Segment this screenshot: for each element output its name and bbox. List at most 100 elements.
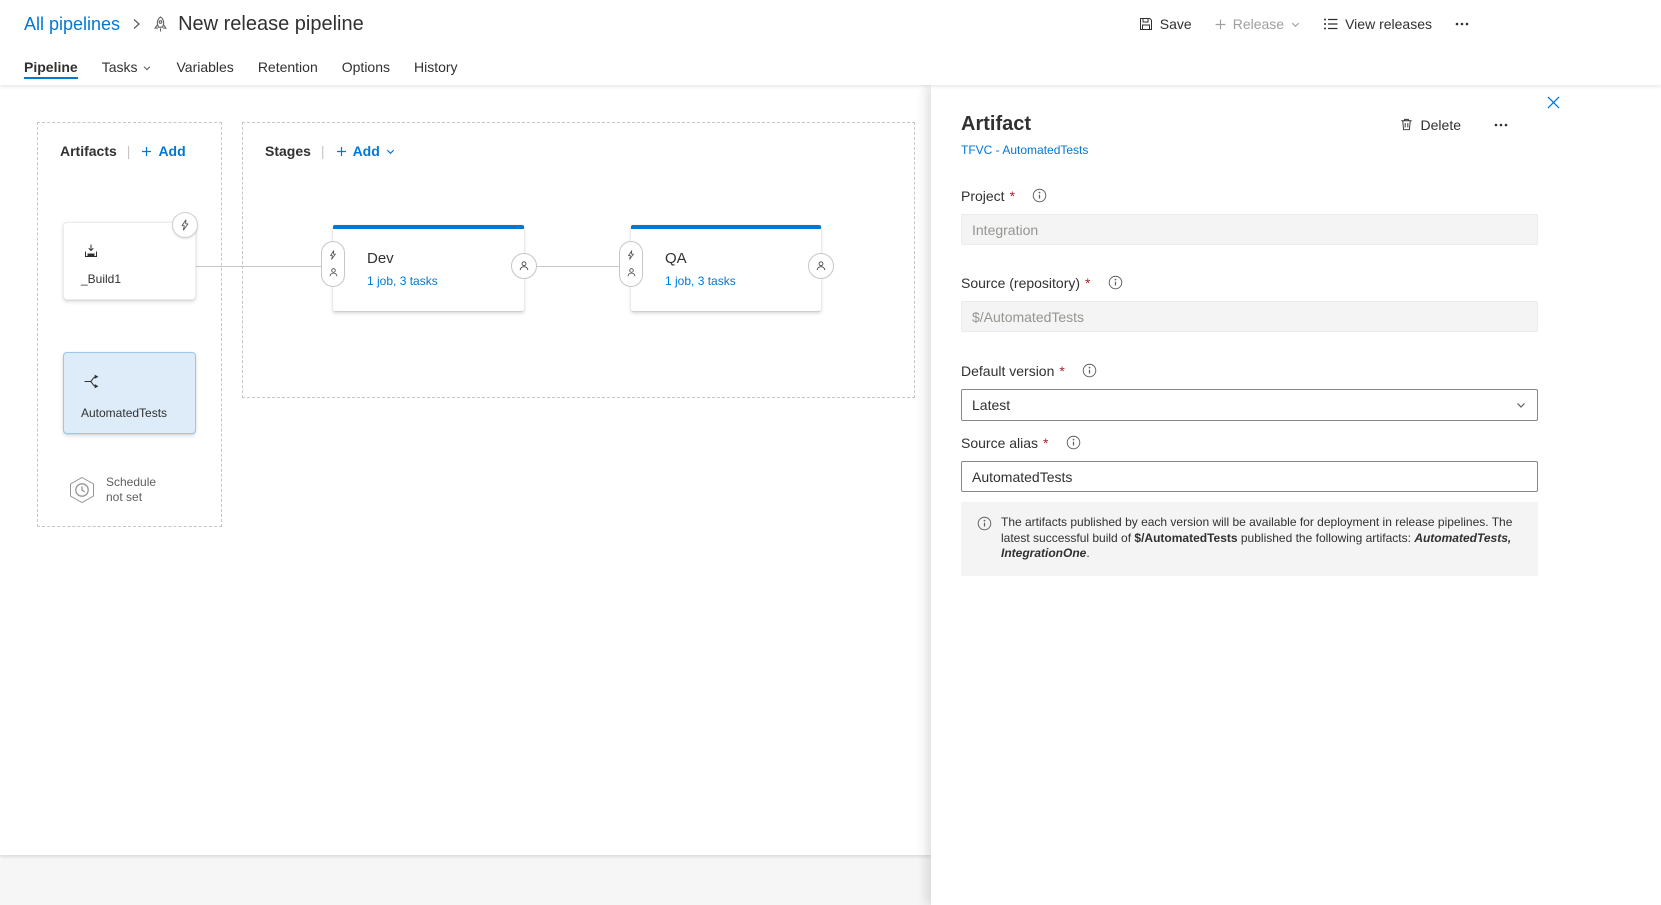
panel-title: Artifact [961,113,1399,136]
required-marker: * [1043,435,1048,451]
divider: | [321,143,325,159]
top-chrome: All pipelines New release pipeline Save [0,0,1661,85]
artifact-name: AutomatedTests [81,406,167,420]
chevron-down-icon [385,146,396,157]
stage-node-dev: Dev 1 job, 3 tasks [333,225,524,311]
person-icon [626,267,637,278]
view-releases-label: View releases [1345,16,1432,32]
lightning-icon [626,250,636,260]
default-version-dropdown[interactable]: Latest [961,389,1538,421]
more-actions-button[interactable] [1454,16,1470,32]
ellipsis-icon [1454,16,1470,32]
release-button[interactable]: Release [1214,16,1301,32]
plus-icon [335,145,348,158]
tab-label: Tasks [102,59,138,75]
stage-tasks-link-qa[interactable]: 1 job, 3 tasks [665,274,736,288]
stage-node-qa: QA 1 job, 3 tasks [631,225,821,311]
project-field-group: Project * [961,187,1538,245]
chevron-down-icon [142,63,152,73]
tab-label: Pipeline [24,59,78,75]
info-icon[interactable] [1066,435,1081,450]
pre-deployment-conditions-badge-qa[interactable] [619,241,643,287]
pre-deployment-conditions-badge-dev[interactable] [321,241,345,287]
artifact-info-text: The artifacts published by each version … [1001,515,1522,562]
continuous-deployment-trigger-badge[interactable] [172,212,198,238]
tab-variables[interactable]: Variables [176,48,233,85]
tab-label: Options [342,59,390,75]
release-pipeline-icon [152,16,169,33]
required-marker: * [1059,363,1064,379]
artifact-properties-panel: Artifact Delete TFVC - AutomatedTests Pr… [931,85,1661,905]
artifact-form: Project * Source (repository) * Default … [961,187,1538,576]
artifacts-section: Artifacts | Add [37,122,222,527]
command-bar: Save Release View releases [1138,0,1470,48]
tab-tasks[interactable]: Tasks [102,48,153,85]
save-button[interactable]: Save [1138,16,1192,32]
close-panel-button[interactable] [1545,94,1562,111]
build-artifact-icon [83,243,99,259]
release-label: Release [1233,16,1284,32]
lightning-icon [328,250,338,260]
stage-tasks-link-dev[interactable]: 1 job, 3 tasks [367,274,438,288]
tab-label: History [414,59,458,75]
chevron-right-icon [130,18,142,30]
chevron-down-icon [1515,399,1527,411]
person-icon [815,260,827,272]
save-label: Save [1160,16,1192,32]
source-repository-label: Source (repository) [961,275,1080,291]
trash-icon [1399,117,1414,132]
tab-options[interactable]: Options [342,48,390,85]
page-title: New release pipeline [178,13,364,36]
tfvc-artifact-icon [83,373,100,390]
add-artifact-button[interactable]: Add [140,143,185,159]
artifacts-title: Artifacts [60,143,117,159]
source-alias-field-group: Source alias * [961,434,1538,492]
artifact-source-link[interactable]: TFVC - AutomatedTests [961,143,1511,157]
schedule-status: Schedule not set [106,475,156,505]
add-stage-button[interactable]: Add [335,143,396,159]
required-marker: * [1085,275,1090,291]
add-label: Add [158,143,185,159]
info-segment: published the following artifacts: [1238,531,1415,545]
artifacts-header: Artifacts | Add [38,123,221,159]
stage-name: QA [665,250,687,267]
schedule-trigger[interactable]: Schedule not set [68,475,156,505]
view-releases-button[interactable]: View releases [1323,16,1432,32]
artifact-name: _Build1 [81,272,121,286]
stage-card-qa[interactable]: QA 1 job, 3 tasks [631,225,821,311]
pipeline-canvas: Artifacts | Add _Build1 AutomatedTests [0,85,931,855]
save-icon [1138,16,1154,32]
info-icon[interactable] [1082,363,1097,378]
stage-name: Dev [367,250,394,267]
artifact-card-build1[interactable]: _Build1 [63,222,196,300]
post-deployment-conditions-badge-qa[interactable] [808,253,834,279]
list-icon [1323,16,1339,32]
default-version-label: Default version [961,363,1054,379]
tab-retention[interactable]: Retention [258,48,318,85]
panel-more-button[interactable] [1491,115,1511,135]
add-label: Add [353,143,380,159]
stage-card-dev[interactable]: Dev 1 job, 3 tasks [333,225,524,311]
schedule-line1: Schedule [106,475,156,490]
delete-label: Delete [1421,117,1461,133]
artifact-card-automatedtests[interactable]: AutomatedTests [63,352,196,434]
info-segment-bold: $/AutomatedTests [1134,531,1237,545]
tab-label: Variables [176,59,233,75]
stages-title: Stages [265,143,311,159]
source-alias-input[interactable] [961,461,1538,492]
required-marker: * [1010,188,1015,204]
breadcrumb-all-pipelines[interactable]: All pipelines [24,14,120,35]
delete-artifact-button[interactable]: Delete [1399,117,1461,133]
lightning-icon [179,219,191,231]
tab-history[interactable]: History [414,48,458,85]
tab-bar: Pipeline Tasks Variables Retention Optio… [0,48,1661,85]
info-icon [977,516,992,562]
info-icon[interactable] [1032,188,1047,203]
post-deployment-conditions-badge-dev[interactable] [511,253,537,279]
tab-label: Retention [258,59,318,75]
tab-pipeline[interactable]: Pipeline [24,48,78,85]
plus-icon [140,145,153,158]
person-icon [518,260,530,272]
info-icon[interactable] [1108,275,1123,290]
top-header: All pipelines New release pipeline Save [0,0,1661,48]
